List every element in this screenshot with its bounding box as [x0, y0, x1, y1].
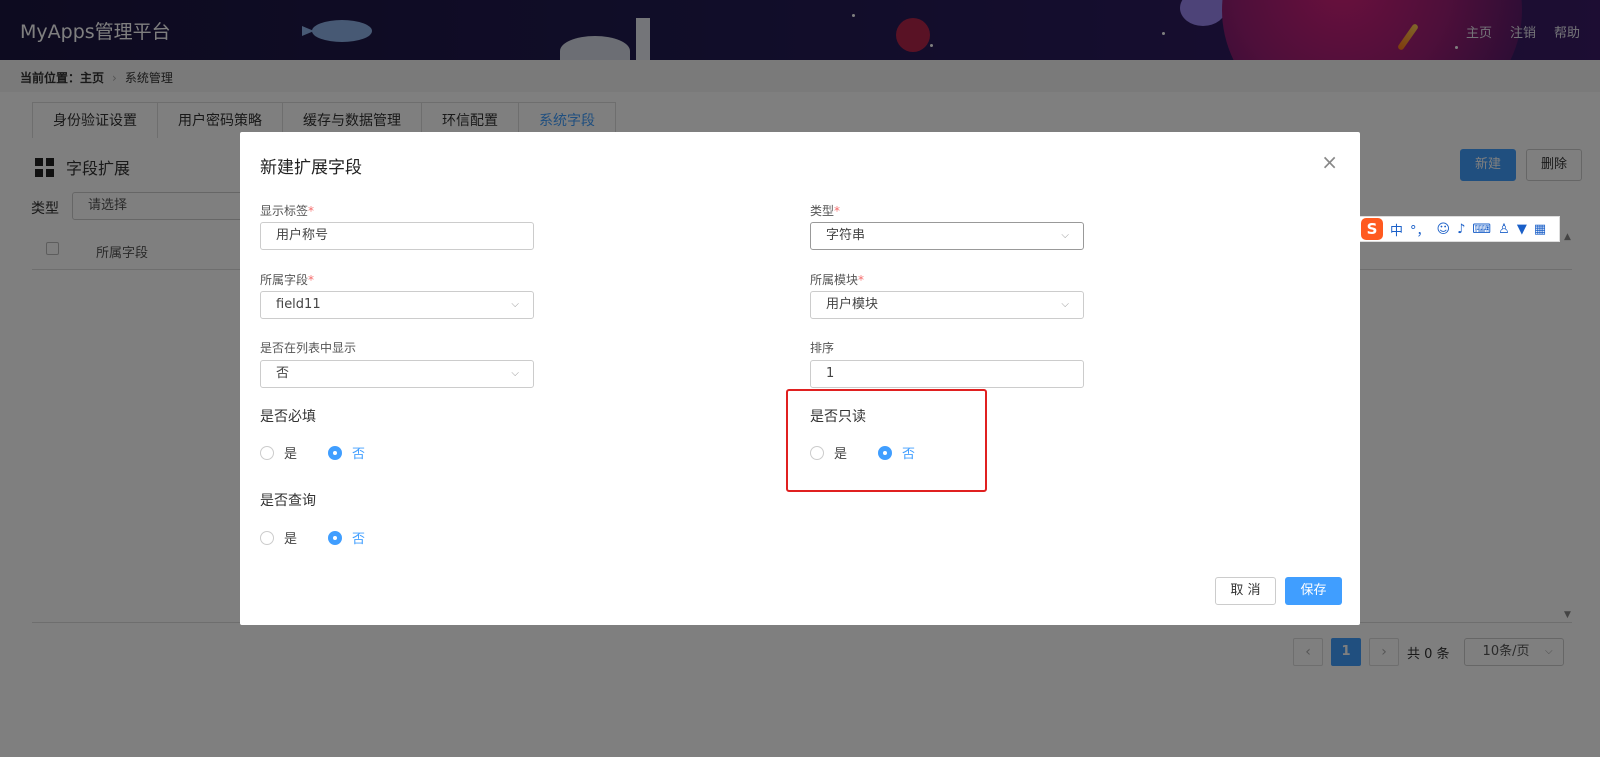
user-icon[interactable]: ♙	[1498, 222, 1510, 237]
display-label-input[interactable]: 用户称号	[260, 222, 534, 250]
radio-dot	[260, 530, 274, 545]
sogou-logo-icon[interactable]: S	[1361, 218, 1383, 240]
ime-punct-toggle[interactable]: °，	[1410, 220, 1430, 239]
show-in-list-select[interactable]: 否 ⌵	[260, 360, 534, 388]
required-group-label: 是否必填	[260, 409, 316, 425]
keyboard-icon[interactable]: ⌨	[1472, 222, 1491, 237]
query-no-radio[interactable]: 否	[328, 528, 365, 547]
module-select[interactable]: 用户模块 ⌵	[810, 291, 1084, 319]
type-field-label: 类型*	[810, 204, 841, 218]
required-yes-radio[interactable]: 是	[260, 443, 297, 462]
type-select[interactable]: 字符串 ⌵	[810, 222, 1084, 250]
field-field-label: 所属字段*	[260, 273, 315, 287]
show-in-list-value: 否	[276, 366, 290, 381]
chevron-down-icon: ⌵	[511, 299, 519, 310]
field-select[interactable]: field11 ⌵	[260, 291, 534, 319]
ime-mode-toggle[interactable]: 中	[1390, 220, 1403, 239]
type-select-value: 字符串	[826, 228, 866, 243]
chevron-down-icon: ⌵	[1061, 230, 1069, 241]
ime-toolbar: S 中 °， ☺ ♪ ⌨ ♙ ▼ ▦	[1356, 216, 1560, 242]
dialog-title: 新建扩展字段	[260, 158, 362, 178]
emoji-icon[interactable]: ☺	[1437, 222, 1451, 237]
chevron-down-icon: ⌵	[1061, 299, 1069, 310]
required-mark: *	[858, 273, 865, 287]
toolbox-grid-icon[interactable]: ▦	[1534, 222, 1546, 237]
radio-dot	[328, 445, 342, 460]
required-mark: *	[834, 204, 841, 218]
order-input[interactable]: 1	[810, 360, 1084, 388]
module-select-value: 用户模块	[826, 297, 879, 312]
order-field-label: 排序	[810, 341, 835, 355]
radio-dot	[328, 530, 342, 545]
microphone-icon[interactable]: ♪	[1457, 222, 1465, 237]
radio-dot	[260, 445, 274, 460]
query-yes-radio[interactable]: 是	[260, 528, 297, 547]
required-no-radio[interactable]: 否	[328, 443, 365, 462]
cancel-button[interactable]: 取 消	[1215, 577, 1276, 605]
module-field-label: 所属模块*	[810, 273, 865, 287]
required-mark: *	[308, 273, 315, 287]
query-group-label: 是否查询	[260, 493, 316, 509]
chevron-down-icon: ⌵	[511, 368, 519, 379]
save-button[interactable]: 保存	[1285, 577, 1342, 605]
field-select-value: field11	[276, 297, 321, 312]
skin-shirt-icon[interactable]: ▼	[1517, 222, 1527, 237]
display-label-field-label: 显示标签*	[260, 204, 315, 218]
close-icon[interactable]: ×	[1321, 150, 1338, 174]
highlight-annotation-box	[786, 389, 987, 492]
required-mark: *	[308, 204, 315, 218]
show-in-list-field-label: 是否在列表中显示	[260, 341, 357, 355]
